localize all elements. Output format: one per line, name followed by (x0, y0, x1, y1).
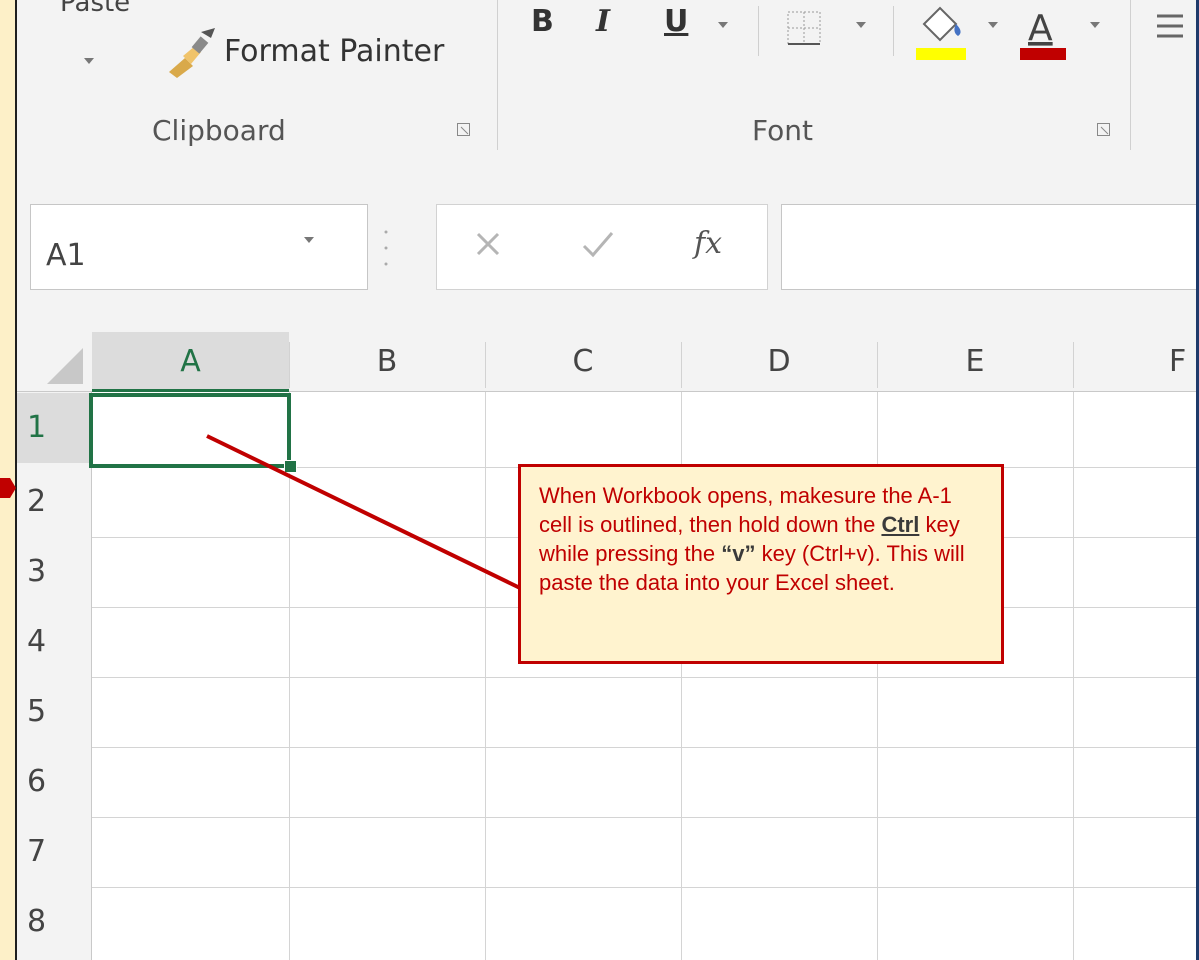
row-header-3[interactable]: 3 (17, 537, 85, 607)
v-key-label: “v” (721, 541, 756, 566)
column-divider[interactable] (877, 342, 878, 388)
row-header-2[interactable]: 2 (17, 467, 85, 537)
instruction-callout: When Workbook opens, makesure the A-1 ce… (518, 464, 1004, 664)
row-header-4[interactable]: 4 (17, 607, 85, 677)
formula-input[interactable] (781, 204, 1196, 290)
arrow-pointer-icon (0, 478, 16, 498)
callout-text: When Workbook opens, makesure the A-1 ce… (539, 481, 983, 597)
svg-text:A: A (1028, 8, 1053, 49)
column-gridline (289, 392, 290, 960)
row-gridline (92, 817, 1196, 818)
row-header-5[interactable]: 5 (17, 677, 85, 747)
row-header-6[interactable]: 6 (17, 747, 85, 817)
borders-dropdown-icon[interactable] (856, 22, 866, 28)
column-gridline (1073, 392, 1074, 960)
column-divider[interactable] (289, 342, 290, 388)
row-gridline (92, 677, 1196, 678)
underline-button[interactable]: U (664, 4, 688, 39)
column-header-d[interactable]: D (681, 332, 877, 392)
ribbon-group-separator (1130, 0, 1131, 150)
font-group-label: Font (752, 114, 813, 147)
font-color-icon[interactable]: A (1016, 2, 1070, 62)
cancel-icon[interactable] (472, 228, 504, 260)
column-header-e[interactable]: E (877, 332, 1073, 392)
column-divider[interactable] (1073, 342, 1074, 388)
italic-button[interactable]: I (596, 4, 610, 39)
select-all-button[interactable] (17, 332, 92, 392)
bold-button[interactable]: B (531, 4, 554, 39)
column-header-a[interactable]: A (92, 332, 289, 392)
ribbon-group-separator (497, 0, 498, 150)
format-painter-icon[interactable] (165, 26, 219, 80)
name-box-dropdown-icon[interactable] (304, 237, 314, 243)
column-header-f[interactable]: F (1073, 332, 1196, 392)
dialog-launcher-icon[interactable] (457, 123, 470, 136)
fill-color-icon[interactable] (912, 0, 970, 62)
paste-dropdown-icon[interactable] (84, 58, 94, 64)
row-header-1[interactable]: 1 (17, 393, 92, 463)
fill-color-dropdown-icon[interactable] (988, 22, 998, 28)
active-cell-a1[interactable] (89, 393, 291, 468)
name-box-value[interactable]: A1 (46, 238, 86, 273)
underline-dropdown-icon[interactable] (718, 22, 728, 28)
row-header-8[interactable]: 8 (17, 887, 85, 957)
fill-handle[interactable] (284, 460, 297, 473)
clipboard-group-label: Clipboard (152, 114, 286, 147)
paste-button-label[interactable]: Paste (60, 0, 130, 18)
column-divider[interactable] (485, 342, 486, 388)
font-color-dropdown-icon[interactable] (1090, 22, 1100, 28)
ctrl-key-label: Ctrl (881, 512, 920, 537)
format-painter-button[interactable]: Format Painter (224, 34, 444, 69)
dialog-launcher-icon[interactable] (1097, 123, 1110, 136)
column-header-c[interactable]: C (485, 332, 681, 392)
insert-function-icon[interactable]: fx (694, 226, 722, 261)
column-divider[interactable] (681, 342, 682, 388)
row-gridline (92, 747, 1196, 748)
toolbar-separator (758, 6, 759, 56)
row-header-7[interactable]: 7 (17, 817, 85, 887)
row-gridline (92, 887, 1196, 888)
check-icon[interactable] (580, 228, 616, 260)
grip-icon[interactable] (384, 226, 388, 270)
column-header-b[interactable]: B (289, 332, 485, 392)
column-gridline (485, 392, 486, 960)
toolbar-separator (893, 6, 894, 56)
borders-icon[interactable] (786, 8, 824, 48)
align-icon[interactable] (1155, 6, 1185, 46)
